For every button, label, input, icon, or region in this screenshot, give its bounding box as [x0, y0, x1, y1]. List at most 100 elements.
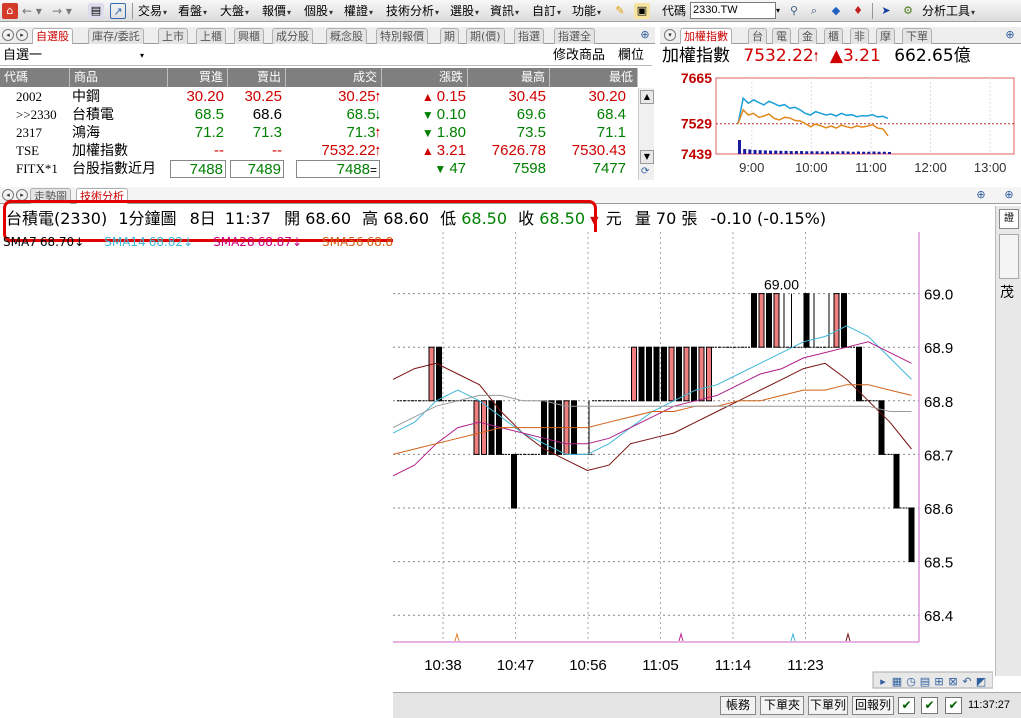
tab-left_tabs-4[interactable]: 興櫃: [234, 28, 264, 44]
checkbox-2[interactable]: ✔: [921, 697, 938, 714]
column-header-3[interactable]: 賣出: [228, 68, 286, 87]
column-header-6[interactable]: 最高: [468, 68, 550, 87]
menu-item-7[interactable]: 選股▾: [450, 2, 479, 20]
chevron-down-icon: ▾: [475, 8, 480, 17]
row-name: 台積電: [72, 107, 114, 123]
menu-item-3[interactable]: 報價▾: [262, 2, 291, 20]
column-header-0[interactable]: 代碼: [0, 68, 70, 87]
menu-label: 功能: [572, 4, 597, 18]
tab-right_tabs-4[interactable]: 櫃: [824, 28, 843, 44]
row-ask: 68.6: [252, 106, 282, 123]
search-icon[interactable]: ⌕: [806, 3, 822, 19]
tab-scroll-left-icon[interactable]: ◂: [2, 29, 14, 41]
window-icon[interactable]: ↗: [110, 3, 126, 19]
down-triangle-icon: ▼: [421, 108, 434, 122]
tab-left_tabs-6[interactable]: 概念股: [326, 28, 367, 44]
binoculars-icon[interactable]: ⚲: [786, 3, 802, 19]
watchlist-select[interactable]: 自選一: [3, 47, 42, 65]
tab-left_tabs-9[interactable]: 期(價): [466, 28, 505, 44]
stock-icon[interactable]: ◆: [828, 3, 844, 19]
notepad-icon[interactable]: ▣: [634, 3, 650, 19]
forward-icon[interactable]: → ▾: [52, 2, 72, 20]
tab-left_tabs-5[interactable]: 成分股: [272, 28, 313, 44]
refresh-icon[interactable]: ⟳: [641, 166, 649, 177]
edit-products-button[interactable]: 修改商品: [553, 47, 605, 65]
column-header-4[interactable]: 成交: [286, 68, 382, 87]
zoom-in-icon[interactable]: ⊕: [638, 28, 652, 42]
table-row[interactable]: >>2330 台積電 68.5 68.6 68.5🠓 ▼ 0.10 69.6 68.4: [0, 106, 638, 124]
menu-item-6[interactable]: 技術分析▾: [386, 2, 439, 20]
analysis-tools-menu[interactable]: 分析工具▾: [922, 2, 975, 20]
tab-left_tabs-3[interactable]: 上櫃: [196, 28, 226, 44]
menu-item-0[interactable]: 交易▾: [138, 2, 167, 20]
watchlist-scrollbar[interactable]: ▲ ▼ ⟳: [638, 88, 654, 180]
home-icon[interactable]: ⌂: [2, 3, 18, 19]
tab-left_tabs-11[interactable]: 指選全: [554, 28, 595, 44]
candle: [833, 293, 840, 348]
tab-left_tabs-10[interactable]: 指選: [514, 28, 544, 44]
price-tick-label: 68.9: [924, 340, 953, 357]
tab-right_tabs-7[interactable]: 下單: [902, 28, 932, 44]
scroll-up-icon[interactable]: ▲: [640, 90, 654, 104]
row-change-value: 0.10: [436, 106, 466, 123]
index-tab-menu-icon[interactable]: ▾: [664, 29, 676, 41]
menu-item-9[interactable]: 自訂▾: [532, 2, 561, 20]
chart-zoom-icon-2[interactable]: ⊕: [1002, 188, 1016, 202]
tab-right_tabs-3[interactable]: 金: [798, 28, 817, 44]
index-volume-bar: [851, 151, 855, 154]
bottom-button-2[interactable]: 下單列: [808, 696, 848, 715]
pencil-icon[interactable]: ✎: [612, 3, 628, 19]
menu-item-4[interactable]: 個股▾: [304, 2, 333, 20]
table-row[interactable]: FITX*1 台股指數近月 7488 7489 7488= ▼ 47 7598 7477: [0, 160, 638, 178]
index-zoom-icon[interactable]: ⊕: [1003, 28, 1017, 42]
table-row[interactable]: 2317 鴻海 71.2 71.3 71.3🠑 ▼ 1.80 73.5 71.1: [0, 124, 638, 142]
watchlist-dropdown-icon[interactable]: ▾: [140, 47, 144, 65]
time-tick-label: 10:56: [569, 657, 607, 674]
bottom-button-0[interactable]: 帳務: [720, 696, 756, 715]
tab-right_tabs-6[interactable]: 摩: [876, 28, 895, 44]
alert-icon[interactable]: ♦: [850, 3, 866, 19]
row-last: 7488=: [296, 160, 380, 178]
menu-item-5[interactable]: 權證▾: [344, 2, 373, 20]
candlestick-chart[interactable]: 69.0 68.9 68.8 68.7 68.6 68.5 68.4 10:38 10:47 10…: [393, 232, 993, 717]
back-icon[interactable]: ← ▾: [22, 2, 42, 20]
tab-right_tabs-2[interactable]: 電: [772, 28, 791, 44]
checkbox-3[interactable]: ✔: [945, 697, 962, 714]
menu-item-2[interactable]: 大盤▾: [220, 2, 249, 20]
tab-right_tabs-1[interactable]: 台: [748, 28, 767, 44]
checkbox-1[interactable]: ✔: [898, 697, 915, 714]
print-icon[interactable]: ▤: [88, 3, 104, 19]
tab-right_tabs-0[interactable]: 加權指數: [680, 28, 732, 44]
tab-right_tabs-5[interactable]: 非: [850, 28, 869, 44]
side-scrollbar[interactable]: [999, 234, 1019, 279]
column-header-1[interactable]: 商品: [70, 68, 168, 87]
chevron-down-icon: ▾: [515, 8, 520, 17]
column-header-7[interactable]: 最低: [550, 68, 638, 87]
scroll-down-icon[interactable]: ▼: [640, 150, 654, 164]
code-dropdown-icon[interactable]: ▾: [776, 2, 780, 20]
bottom-button-3[interactable]: 回報列: [852, 696, 894, 715]
row-change: ▼ 0.10: [382, 106, 468, 124]
table-row[interactable]: TSE 加權指數 -- -- 7532.22🠑 ▲ 3.21 7626.78 7530.43: [0, 142, 638, 160]
stock-code-input[interactable]: 2330.TW: [690, 2, 776, 19]
tab-left_tabs-1[interactable]: 庫存/委託: [88, 28, 144, 44]
tab-left_tabs-2[interactable]: 上市: [158, 28, 188, 44]
row-high: 69.6: [516, 106, 546, 123]
tab-left_tabs-7[interactable]: 特別報價: [376, 28, 428, 44]
tab-left_tabs-8[interactable]: 期: [440, 28, 459, 44]
menu-item-8[interactable]: 資訊▾: [490, 2, 519, 20]
tab-left_tabs-0[interactable]: 自選股: [32, 28, 73, 44]
menu-item-1[interactable]: 看盤▾: [178, 2, 207, 20]
column-header-2[interactable]: 買進: [168, 68, 228, 87]
columns-button[interactable]: 欄位: [618, 47, 644, 65]
side-panel-button[interactable]: 證: [999, 209, 1019, 229]
menu-item-10[interactable]: 功能▾: [572, 2, 601, 20]
table-row[interactable]: 2002 中鋼 30.20 30.25 30.25🠑 ▲ 0.15 30.45 30.20: [0, 88, 638, 106]
tab-scroll-right-icon[interactable]: ▸: [16, 29, 28, 41]
cursor-icon[interactable]: ➤: [878, 3, 894, 19]
analysis-tools-icon[interactable]: ⚙: [900, 3, 916, 19]
clock: 11:37:27: [968, 699, 1011, 711]
column-header-5[interactable]: 漲跌: [382, 68, 468, 87]
bottom-button-1[interactable]: 下單夾: [760, 696, 804, 715]
chart-zoom-icon[interactable]: ⊕: [974, 188, 988, 202]
